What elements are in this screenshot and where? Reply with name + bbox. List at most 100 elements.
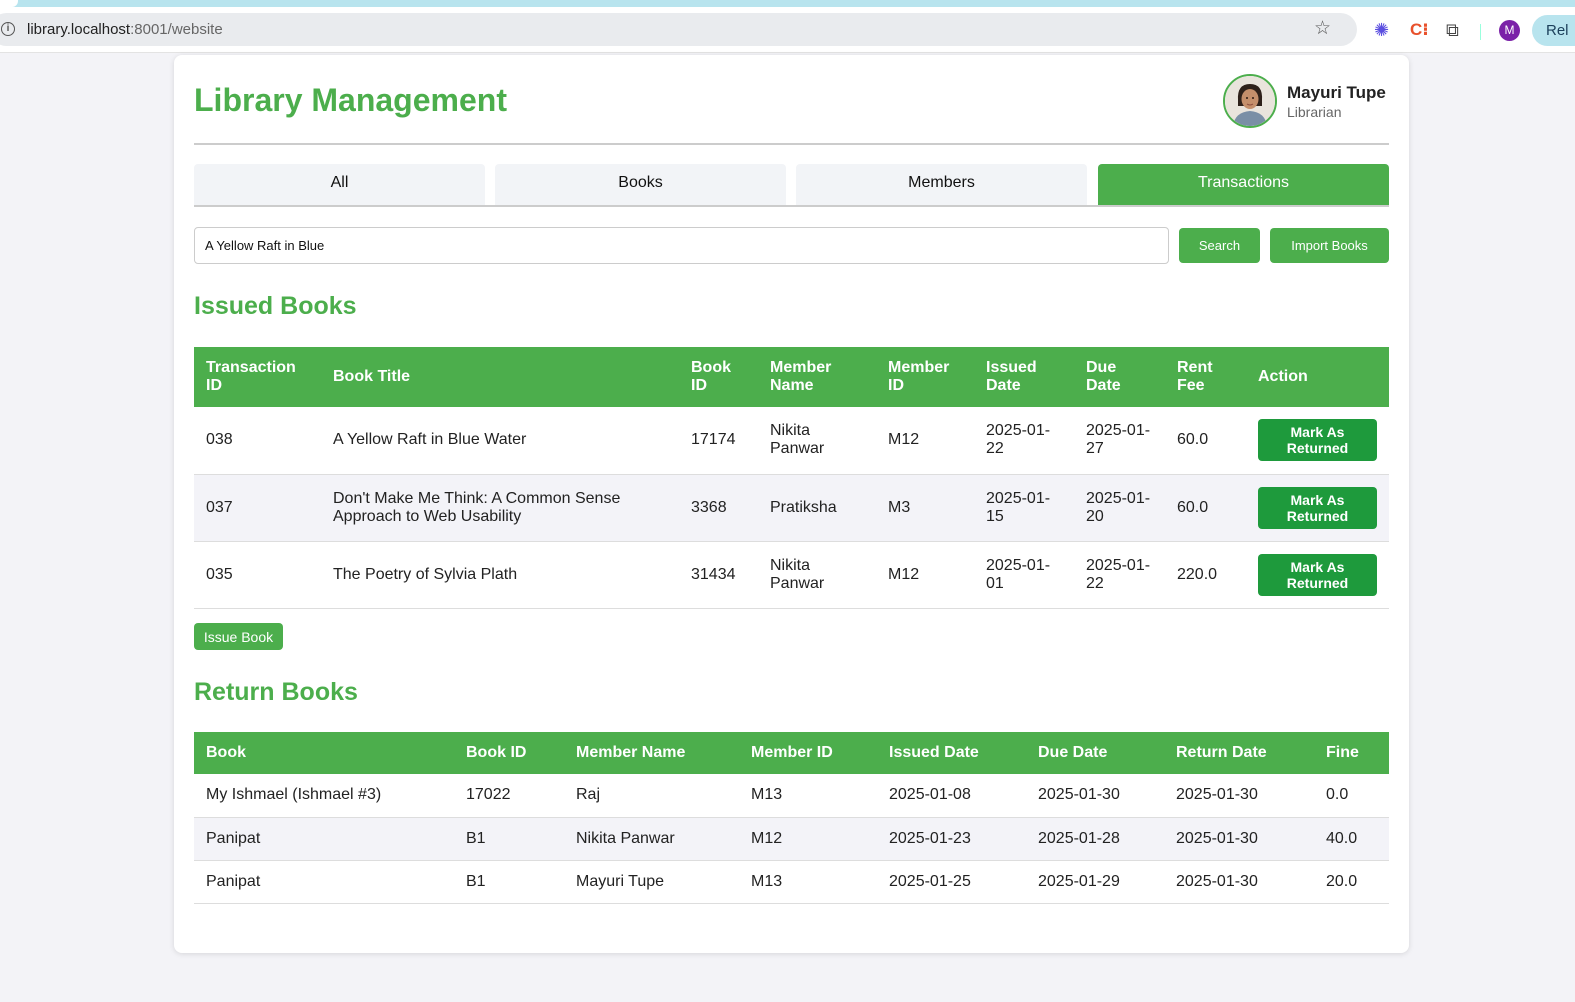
member-id: M13 (739, 774, 877, 818)
column-header: Due Date (1026, 732, 1164, 774)
action-cell: Mark As Returned (1246, 407, 1389, 475)
column-header: Transaction ID (194, 347, 321, 407)
column-header: Member Name (758, 347, 876, 407)
book-title: Don't Make Me Think: A Common Sense Appr… (321, 474, 679, 542)
member-id: M3 (876, 474, 974, 542)
url-host: library.localhost (27, 21, 131, 38)
table-row: 037 Don't Make Me Think: A Common Sense … (194, 474, 1389, 542)
book-id: B1 (454, 817, 564, 861)
user-role: Librarian (1287, 104, 1342, 120)
search-input[interactable] (194, 227, 1169, 264)
column-header: Return Date (1164, 732, 1314, 774)
rent-fee: 60.0 (1165, 474, 1246, 542)
extension-c-icon[interactable]: C⁝ (1410, 20, 1429, 40)
book-id: 3368 (679, 474, 758, 542)
mark-as-returned-button[interactable]: Mark As Returned (1258, 553, 1377, 596)
member-id: M13 (739, 860, 877, 904)
column-header: Due Date (1074, 347, 1165, 407)
table-header-row: Book Book ID Member Name Member ID Issue… (194, 732, 1389, 774)
tab-books[interactable]: Books (495, 164, 786, 205)
due-date: 2025-01-22 (1074, 541, 1165, 609)
book-id: B1 (454, 860, 564, 904)
column-header: Member ID (739, 732, 877, 774)
return-date: 2025-01-30 (1164, 774, 1314, 818)
site-info-icon[interactable]: i (1, 22, 15, 36)
book-title: My Ishmael (Ishmael #3) (194, 774, 454, 818)
return-books-table: Book Book ID Member Name Member ID Issue… (194, 732, 1389, 904)
transaction-id: 035 (194, 541, 321, 609)
return-date: 2025-01-30 (1164, 817, 1314, 861)
member-id: M12 (739, 817, 877, 861)
column-header: Issued Date (974, 347, 1074, 407)
issued-date: 2025-01-23 (877, 817, 1026, 861)
due-date: 2025-01-20 (1074, 474, 1165, 542)
search-button[interactable]: Search (1179, 228, 1260, 263)
book-title: The Poetry of Sylvia Plath (321, 541, 679, 609)
member-name: Nikita Panwar (758, 541, 876, 609)
extensions-puzzle-icon[interactable]: ⧉ (1446, 20, 1459, 40)
issued-books-heading: Issued Books (194, 292, 357, 320)
mark-as-returned-button[interactable]: Mark As Returned (1258, 419, 1377, 462)
column-header: Rent Fee (1165, 347, 1246, 407)
column-header: Book ID (454, 732, 564, 774)
relaunch-button[interactable]: Rel (1532, 15, 1575, 46)
book-title: A Yellow Raft in Blue Water (321, 407, 679, 475)
browser-profile-avatar[interactable]: M (1499, 20, 1520, 41)
issued-date: 2025-01-08 (877, 774, 1026, 818)
transaction-id: 037 (194, 474, 321, 542)
rent-fee: 220.0 (1165, 541, 1246, 609)
column-header: Action (1246, 347, 1389, 407)
transaction-id: 038 (194, 407, 321, 475)
page-title: Library Management (194, 82, 507, 118)
extension-gear-icon[interactable]: ✺ (1374, 20, 1389, 40)
issue-book-button[interactable]: Issue Book (194, 623, 283, 650)
table-row: 038 A Yellow Raft in Blue Water 17174 Ni… (194, 407, 1389, 475)
due-date: 2025-01-29 (1026, 860, 1164, 904)
tab-members[interactable]: Members (796, 164, 1087, 205)
issued-date: 2025-01-15 (974, 474, 1074, 542)
member-name: Raj (564, 774, 739, 818)
user-avatar[interactable] (1223, 74, 1277, 128)
tab-bar: All Books Members Transactions (194, 164, 1389, 207)
action-cell: Mark As Returned (1246, 541, 1389, 609)
member-name: Nikita Panwar (758, 407, 876, 475)
mark-as-returned-button[interactable]: Mark As Returned (1258, 486, 1377, 529)
column-header: Member Name (564, 732, 739, 774)
column-header: Book ID (679, 347, 758, 407)
url-text[interactable]: library.localhost:8001/website (27, 21, 223, 38)
column-header: Book Title (321, 347, 679, 407)
due-date: 2025-01-30 (1026, 774, 1164, 818)
book-id: 31434 (679, 541, 758, 609)
table-row: 035 The Poetry of Sylvia Plath 31434 Nik… (194, 541, 1389, 609)
user-photo-icon (1225, 76, 1275, 126)
member-id: M12 (876, 541, 974, 609)
address-bar[interactable]: i library.localhost:8001/website ☆ (0, 13, 1357, 46)
table-header-row: Transaction ID Book Title Book ID Member… (194, 347, 1389, 407)
due-date: 2025-01-27 (1074, 407, 1165, 475)
table-row: My Ishmael (Ishmael #3) 17022 Raj M13 20… (194, 774, 1389, 818)
browser-toolbar: i library.localhost:8001/website ☆ ✺ C⁝ … (0, 7, 1575, 53)
browser-tab[interactable] (0, 0, 18, 7)
member-name: Mayuri Tupe (564, 860, 739, 904)
table-row: Panipat B1 Nikita Panwar M12 2025-01-23 … (194, 817, 1389, 861)
issued-books-table: Transaction ID Book Title Book ID Member… (194, 347, 1389, 609)
return-date: 2025-01-30 (1164, 860, 1314, 904)
main-card: Library Management Mayuri Tupe Librarian… (174, 55, 1409, 953)
member-id: M12 (876, 407, 974, 475)
browser-tab-strip (0, 0, 1575, 7)
table-row: Panipat B1 Mayuri Tupe M13 2025-01-25 20… (194, 860, 1389, 904)
action-cell: Mark As Returned (1246, 474, 1389, 542)
toolbar-separator (1480, 24, 1481, 40)
column-header: Issued Date (877, 732, 1026, 774)
book-title: Panipat (194, 860, 454, 904)
book-id: 17174 (679, 407, 758, 475)
url-path: :8001/website (130, 21, 223, 38)
header-divider (194, 143, 1389, 145)
member-name: Nikita Panwar (564, 817, 739, 861)
tab-all[interactable]: All (194, 164, 485, 205)
bookmark-star-icon[interactable]: ☆ (1314, 17, 1331, 40)
import-books-button[interactable]: Import Books (1270, 228, 1389, 263)
user-name: Mayuri Tupe (1287, 83, 1386, 102)
issued-date: 2025-01-25 (877, 860, 1026, 904)
tab-transactions[interactable]: Transactions (1098, 164, 1389, 205)
